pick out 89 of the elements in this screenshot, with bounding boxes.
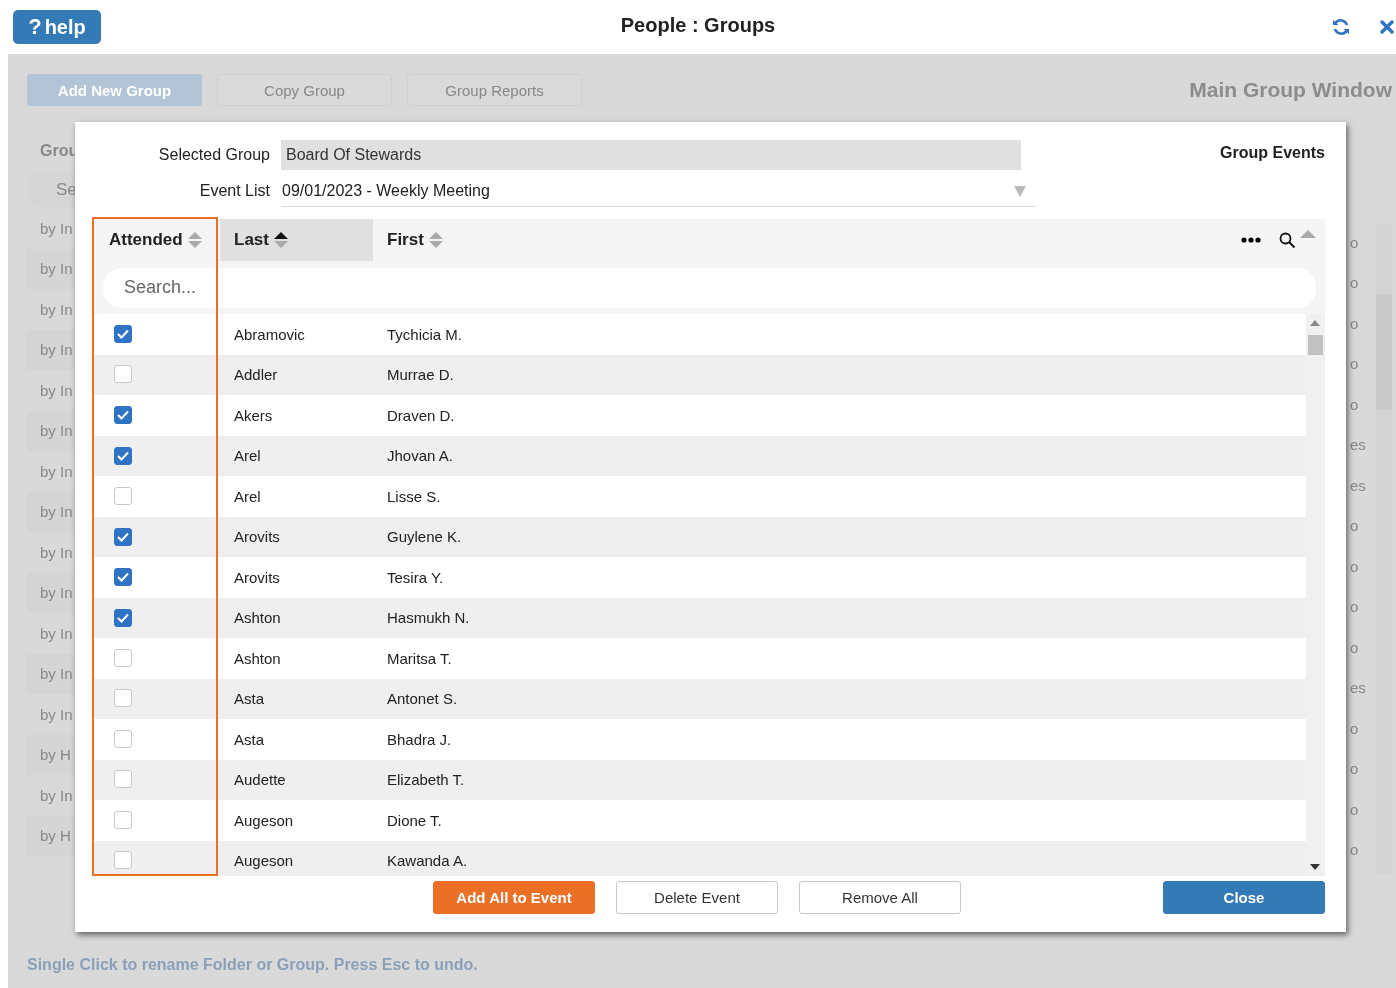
checkbox[interactable] [114,729,132,748]
close-icon[interactable] [1380,20,1394,34]
table-cell: Ashton [234,649,281,667]
refresh-icon[interactable] [1332,18,1350,36]
scroll-down-icon[interactable] [1310,864,1320,870]
table-cell: Draven D. [387,406,455,424]
scroll-thumb[interactable] [1308,335,1323,355]
table-cell: Murrae D. [387,366,454,384]
table-cell: Augeson [234,852,294,870]
list-cell-text: o [1350,718,1360,739]
checkbox[interactable] [114,689,132,708]
table-cell: Akers [234,406,273,424]
table-cell: Ashton [234,609,281,627]
list-cell-text: es [1350,678,1367,699]
list-cell-text: o [1350,516,1360,537]
table-cell: Jhovan A. [387,447,453,465]
table-cell: Tesira Y. [387,568,444,586]
window-title: People : Groups [620,14,776,36]
field-label: Event List [198,182,271,200]
action-button[interactable]: Add All to Event [433,881,595,914]
column-header[interactable]: Last [220,219,373,261]
scrollbar[interactable] [1306,314,1325,876]
list-cell-text: es [1350,475,1367,496]
checkbox[interactable] [114,446,132,465]
group-field: Board Of Stewards [281,140,1021,170]
sort-icon[interactable] [272,231,289,249]
list-cell-text: o [1350,597,1360,618]
table-cell: Kawanda A. [387,852,468,870]
list-cell-text: o [1350,637,1360,658]
column-header[interactable]: Attended [92,219,220,261]
toolbar-button[interactable]: Group Reports [407,74,582,106]
table-cell: Asta [234,690,264,708]
table-cell: Asta [234,730,264,748]
table-cell: Hasmukh N. [387,609,470,627]
scroll-up-icon[interactable] [1310,320,1320,326]
table-cell: Elizabeth T. [387,771,465,789]
checkbox[interactable] [114,527,132,546]
checkbox[interactable] [114,608,132,627]
list-cell-text: o [1350,799,1360,820]
toolbar-button[interactable]: Add New Group [27,74,202,106]
table-cell: Maritsa T. [387,649,452,667]
table-cell: Lisse S. [387,487,441,505]
list-cell-text: o [1350,273,1360,294]
table-cell: Arel [234,447,261,465]
table-cell: Augeson [234,811,294,829]
list-cell-text: es [1350,435,1367,456]
checkbox[interactable] [114,568,132,587]
table-cell: Guylene K. [387,528,462,546]
list-cell-text: o [1350,840,1360,861]
list-cell-text: o [1350,394,1360,415]
checkbox[interactable] [114,648,132,667]
field-label: Selected Group [157,146,271,164]
list-cell-text: o [1350,354,1360,375]
checkbox[interactable] [114,365,132,384]
list-cell-text: o [1350,232,1360,253]
checkbox[interactable] [114,486,132,505]
event-dropdown[interactable]: 09/01/2023 - Weekly Meeting [281,175,1036,207]
table-cell: Bhadra J. [387,730,452,748]
checkbox[interactable] [114,810,132,829]
column-header[interactable]: First [373,219,1241,261]
more-icon[interactable] [1241,237,1261,243]
panel-title: Main Group Window [1189,78,1392,102]
action-button[interactable]: Delete Event [616,881,778,914]
toolbar-button[interactable]: Copy Group [217,74,392,106]
close-button[interactable]: Close [1163,881,1325,914]
search-field[interactable]: Search... [103,267,1316,308]
checkbox[interactable] [114,325,132,344]
table-cell: Dione T. [387,811,442,829]
dialog-title: Group Events [1220,144,1325,162]
table-cell: Antonet S. [387,690,458,708]
help-button[interactable]: ?help [13,10,101,44]
action-button[interactable]: Remove All [799,881,961,914]
table-cell: Audette [234,771,286,789]
search-icon[interactable] [1279,231,1296,249]
table-cell: Arovits [234,528,280,546]
list-cell-text: o [1350,313,1360,334]
table-cell: Arel [234,487,261,505]
list-cell-text: o [1350,556,1360,577]
checkbox[interactable] [114,770,132,789]
checkbox[interactable] [114,406,132,425]
list-cell-text: o [1350,759,1360,780]
table-cell: Abramovic [234,325,305,343]
status-text: Single Click to rename Folder or Group. Press Esc to undo. [27,956,478,974]
caret-icon [1014,184,1026,197]
collapse-icon[interactable] [1300,230,1316,238]
table-cell: Arovits [234,568,280,586]
table-cell: Tychicia M. [387,325,462,343]
checkbox[interactable] [114,851,132,870]
table-cell: Addler [234,366,278,384]
